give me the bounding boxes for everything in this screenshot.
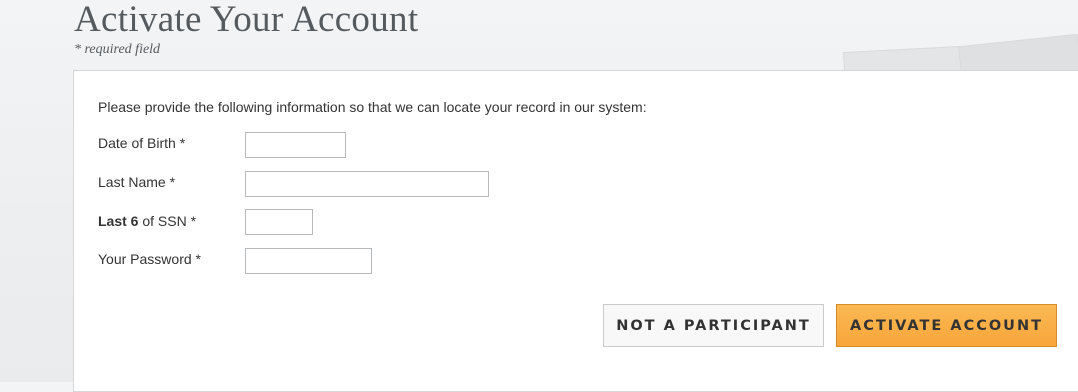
last-name-input[interactable] [245, 171, 489, 197]
last-name-label: Last Name * [98, 174, 176, 190]
ssn-label: Last 6 of SSN * [98, 213, 196, 229]
ssn-input[interactable] [245, 209, 313, 235]
dob-label: Date of Birth * [98, 135, 186, 151]
password-input[interactable] [245, 248, 372, 274]
activate-account-button[interactable]: ACTIVATE ACCOUNT [836, 304, 1057, 347]
password-label: Your Password * [98, 251, 201, 267]
not-a-participant-button[interactable]: NOT A PARTICIPANT [603, 304, 824, 347]
ssn-label-bold: Last 6 [98, 213, 139, 229]
activation-form-panel: Please provide the following information… [73, 70, 1078, 392]
form-intro-text: Please provide the following information… [98, 99, 647, 115]
required-field-note: * required field [74, 42, 161, 57]
page-title: Activate Your Account [74, 0, 419, 40]
ssn-label-rest: of SSN * [138, 213, 197, 229]
dob-input[interactable] [245, 132, 346, 158]
